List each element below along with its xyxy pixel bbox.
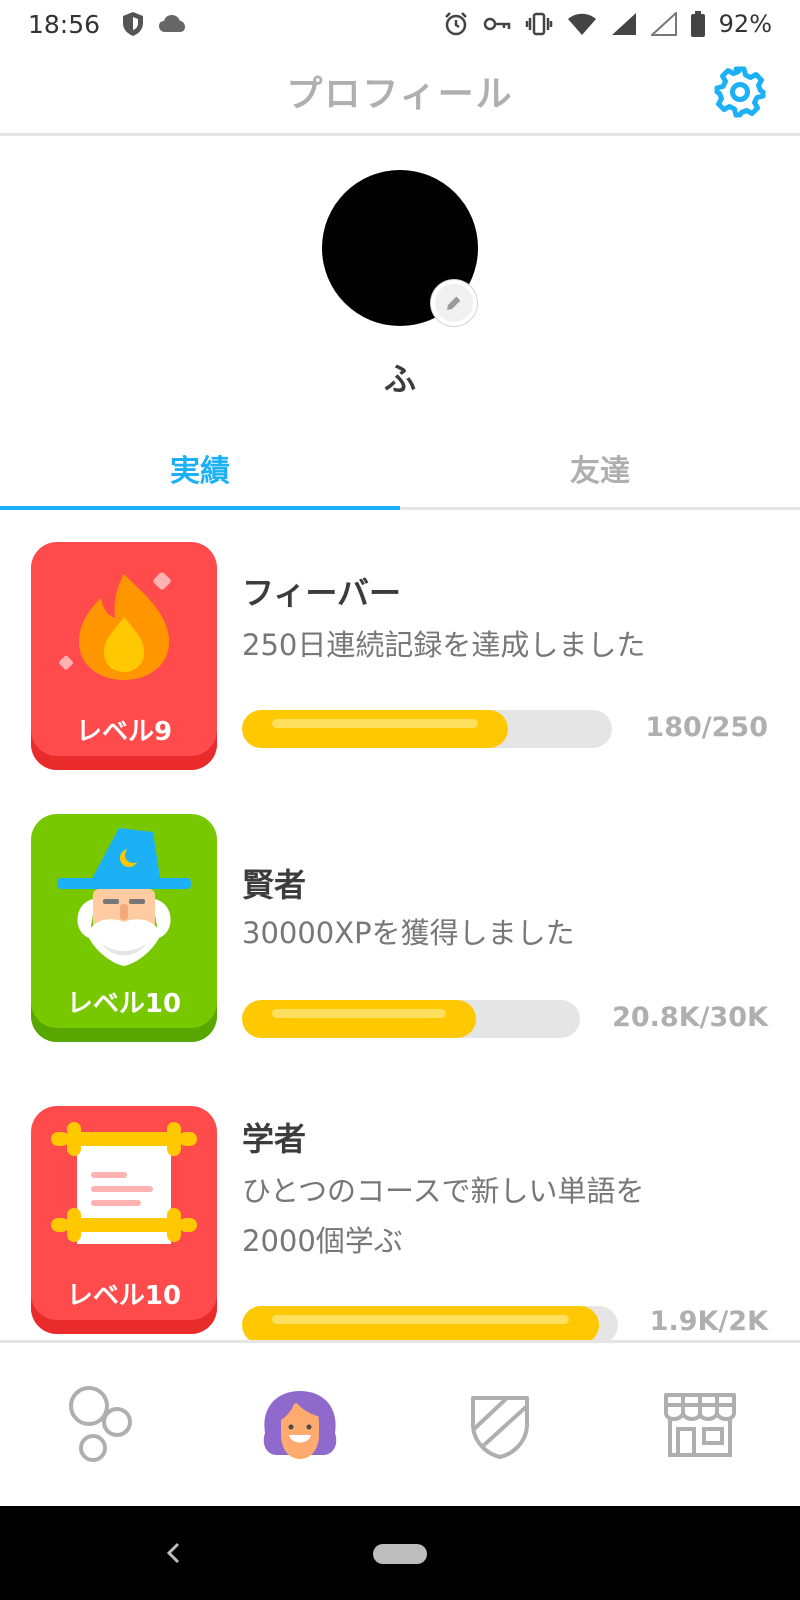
battery-status-icon — [690, 11, 705, 37]
nav-learn[interactable] — [0, 1343, 200, 1506]
progress-bar — [242, 1306, 618, 1340]
page-title: プロフィール — [286, 73, 514, 115]
tab-friends[interactable]: 友達 — [400, 428, 800, 507]
nav-leagues[interactable] — [400, 1343, 600, 1506]
back-icon[interactable] — [158, 1536, 188, 1570]
progress-bar-fill — [242, 1000, 477, 1038]
badge-level-label: レベル9 — [75, 717, 173, 747]
system-nav-bar — [0, 1506, 800, 1600]
achievement-badge: レベル10 — [31, 814, 217, 1042]
flame-icon — [59, 572, 171, 680]
tab-achievements[interactable]: 実績 — [0, 428, 400, 510]
achievement-badge: レベル9 — [31, 542, 217, 770]
status-bar: 18:56 92% — [0, 0, 800, 48]
settings-button[interactable] — [710, 62, 770, 122]
achievement-title: 賢者 — [242, 866, 307, 904]
username: ふ — [383, 360, 416, 398]
achievement-description: 250日連続記録を達成しました — [242, 628, 646, 662]
progress-count: 20.8K/30K — [612, 1002, 768, 1033]
achievement-description-line: ひとつのコースで新しい単語を — [242, 1174, 645, 1208]
wifi-status-icon — [567, 13, 596, 35]
bottom-nav — [0, 1340, 800, 1506]
progress-bar-fill — [242, 1306, 600, 1340]
shield-status-icon — [123, 12, 144, 36]
achievement-title: 学者 — [242, 1120, 307, 1158]
alarm-status-icon — [444, 12, 467, 36]
no-signal-status-icon — [650, 12, 677, 36]
achievement-title: フィーバー — [242, 574, 402, 612]
progress-count: 180/250 — [645, 712, 768, 743]
achievement-description: 30000XPを獲得しました — [242, 916, 575, 950]
avatar-container — [322, 170, 478, 326]
achievement-description: ひとつのコースで新しい単語を 2000個学ぶ — [242, 1166, 782, 1266]
nav-profile[interactable] — [200, 1343, 400, 1506]
progress-bar — [242, 1000, 580, 1038]
status-time: 18:56 — [28, 9, 101, 39]
profile-tabs: 実績 友達 — [0, 428, 800, 510]
header: プロフィール — [0, 48, 800, 136]
cloud-status-icon — [159, 15, 186, 32]
key-status-icon — [483, 17, 510, 31]
progress-bar-shine — [272, 719, 479, 728]
progress-count: 1.9K/2K — [649, 1306, 768, 1337]
profile-screen: 18:56 92% プロフィール ふ 実績 友達 レベル9 フィーバー 250日… — [0, 0, 800, 1600]
pencil-icon — [447, 295, 462, 310]
home-button[interactable] — [373, 1544, 427, 1564]
edit-avatar-button[interactable] — [431, 280, 477, 326]
progress-bar-shine — [272, 1315, 570, 1324]
signal-status-icon — [611, 13, 636, 35]
nav-shop[interactable] — [600, 1343, 800, 1506]
vibrate-status-icon — [525, 12, 552, 36]
progress-bar-shine — [272, 1009, 447, 1018]
scroll-icon — [51, 1122, 197, 1244]
achievement-badge: レベル10 — [31, 1106, 217, 1334]
achievements-list: レベル9 フィーバー 250日連続記録を達成しました 180/250 レベル10… — [0, 510, 800, 1340]
progress-bar — [242, 710, 612, 748]
progress-bar-fill — [242, 710, 509, 748]
badge-level-label: レベル10 — [66, 989, 182, 1019]
achievement-description-line: 2000個学ぶ — [242, 1224, 403, 1258]
battery-percent: 92% — [718, 10, 772, 38]
league-shield-icon — [471, 1395, 529, 1459]
shop-icon — [664, 1392, 736, 1457]
profile-icon — [263, 1390, 337, 1459]
learn-icon — [69, 1385, 132, 1462]
wizard-icon — [57, 828, 191, 966]
gear-icon — [714, 66, 766, 118]
badge-level-label: レベル10 — [66, 1281, 182, 1311]
